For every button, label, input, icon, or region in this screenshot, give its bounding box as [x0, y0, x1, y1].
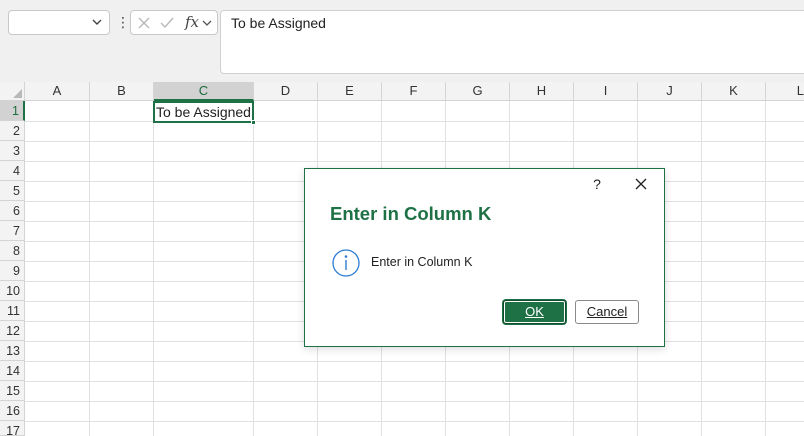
- row-header-5[interactable]: 5: [0, 181, 25, 201]
- chevron-down-icon[interactable]: [201, 15, 213, 31]
- column-header-g[interactable]: G: [446, 82, 510, 101]
- formula-input[interactable]: To be Assigned: [220, 10, 804, 74]
- info-icon: [332, 249, 360, 277]
- row-header-4[interactable]: 4: [0, 161, 25, 181]
- column-header-k[interactable]: K: [702, 82, 766, 101]
- column-header-c[interactable]: C: [154, 82, 254, 101]
- column-header-e[interactable]: E: [318, 82, 382, 101]
- column-header-h[interactable]: H: [510, 82, 574, 101]
- row-header-3[interactable]: 3: [0, 141, 25, 161]
- gridline: [25, 161, 804, 162]
- row-header-13[interactable]: 13: [0, 341, 25, 361]
- row-header-12[interactable]: 12: [0, 321, 25, 341]
- name-box[interactable]: [8, 10, 110, 35]
- column-header-l[interactable]: L: [766, 82, 804, 101]
- ok-button-label: OK: [525, 304, 544, 319]
- gridline: [765, 101, 766, 436]
- ok-button[interactable]: OK: [503, 300, 566, 324]
- column-header-j[interactable]: J: [638, 82, 702, 101]
- insert-function-button[interactable]: fx: [185, 13, 199, 31]
- row-header-9[interactable]: 9: [0, 261, 25, 281]
- select-all-triangle-icon: [13, 89, 22, 98]
- cancel-button-label: Cancel: [586, 304, 628, 319]
- formula-buttons: fx: [130, 10, 218, 35]
- gridline: [25, 381, 804, 382]
- gridline: [153, 101, 154, 436]
- gridline: [25, 421, 804, 422]
- column-header-a[interactable]: A: [25, 82, 90, 101]
- cell-c1-value: To be Assigned: [156, 104, 251, 120]
- gridline: [253, 101, 254, 436]
- row-header-17[interactable]: 17: [0, 421, 25, 436]
- gridline: [25, 401, 804, 402]
- chevron-down-icon[interactable]: [91, 16, 103, 28]
- dialog-title: Enter in Column K: [330, 203, 492, 224]
- row-header-14[interactable]: 14: [0, 361, 25, 381]
- dialog-message: Enter in Column K: [371, 255, 473, 269]
- checkmark-icon[interactable]: [159, 15, 175, 31]
- select-all-button[interactable]: [0, 82, 25, 101]
- row-header-8[interactable]: 8: [0, 241, 25, 261]
- gridline: [89, 101, 90, 436]
- row-header-15[interactable]: 15: [0, 381, 25, 401]
- column-header-b[interactable]: B: [90, 82, 154, 101]
- gridline: [25, 361, 804, 362]
- row-header-11[interactable]: 11: [0, 301, 25, 321]
- gridline: [25, 141, 804, 142]
- row-header-2[interactable]: 2: [0, 121, 25, 141]
- row-header-10[interactable]: 10: [0, 281, 25, 301]
- x-icon[interactable]: [136, 15, 152, 31]
- column-header-d[interactable]: D: [254, 82, 318, 101]
- cancel-button[interactable]: Cancel: [575, 300, 639, 324]
- row-header-16[interactable]: 16: [0, 401, 25, 421]
- help-button[interactable]: ?: [589, 175, 605, 193]
- message-dialog: ? Enter in Column K Enter in Column K OK…: [304, 168, 665, 347]
- gridline: [701, 101, 702, 436]
- column-header-i[interactable]: I: [574, 82, 638, 101]
- fill-handle[interactable]: [251, 120, 256, 125]
- row-header-1[interactable]: 1: [0, 101, 25, 121]
- formula-bar: ⋮ fx To be Assigned: [0, 0, 804, 82]
- column-header-f[interactable]: F: [382, 82, 446, 101]
- gridline: [25, 121, 804, 122]
- close-icon[interactable]: [631, 175, 651, 193]
- row-header-6[interactable]: 6: [0, 201, 25, 221]
- row-header-7[interactable]: 7: [0, 221, 25, 241]
- vertical-dots-icon[interactable]: ⋮: [116, 13, 130, 31]
- cell-c1[interactable]: To be Assigned: [153, 101, 256, 125]
